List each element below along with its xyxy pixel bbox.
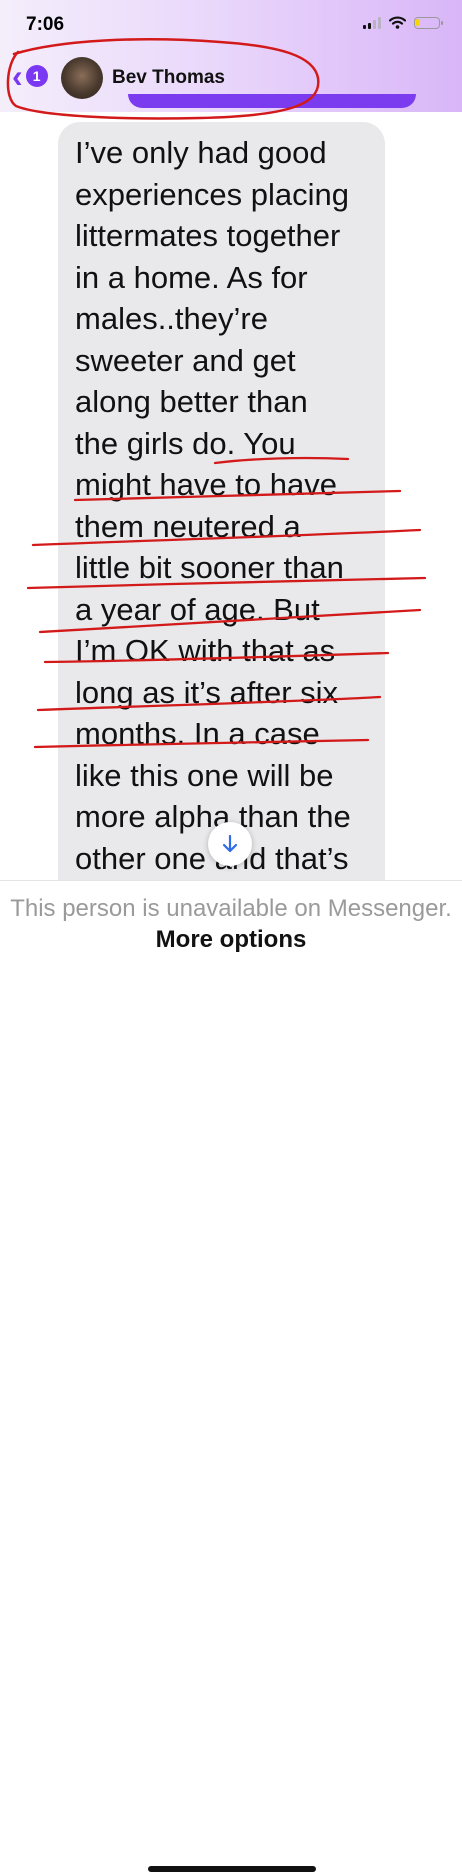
message-line: experiences placing: [75, 176, 350, 212]
status-icons: [363, 16, 443, 29]
message-text: I’ve only had good experiences placing lit…: [75, 132, 375, 879]
message-line: I’m OK with that as: [75, 633, 336, 668]
unread-count-badge: 1: [25, 65, 48, 87]
wifi-icon: [389, 16, 406, 29]
chevron-left-icon: ‹: [12, 58, 23, 94]
message-line: littermates together: [75, 218, 341, 253]
message-line: long as it’s after six: [75, 674, 339, 710]
battery-level: [416, 18, 420, 26]
status-time: 7:06: [26, 14, 65, 35]
message-line: the girls do. You: [75, 425, 296, 461]
unavailable-text: This person is unavailable on Messenger.: [10, 895, 452, 922]
message-line: like this one will be: [75, 757, 334, 793]
arrow-down-icon: [222, 834, 238, 853]
more-options-link[interactable]: More options: [156, 926, 307, 953]
avatar[interactable]: [61, 57, 103, 99]
message-line: might have to have: [75, 467, 337, 502]
message-line: males..they’re: [75, 301, 268, 336]
home-indicator: [148, 1866, 316, 1872]
message-line: months. In a case: [75, 716, 320, 751]
contact-name[interactable]: Bev Thomas: [112, 67, 225, 89]
scroll-to-bottom-button[interactable]: [208, 822, 252, 866]
message-line: little bit sooner than: [75, 550, 344, 585]
message-line: I’ve only had good: [75, 135, 327, 170]
message-line: them neutered a: [75, 508, 301, 544]
conversation-header: 7:06 ‹ 1 Bev Thomas: [0, 0, 462, 112]
signal-icon: [363, 16, 381, 29]
message-line: sweeter and get: [75, 342, 296, 378]
message-line: along better than: [75, 384, 308, 419]
message-line: in a home. As for: [75, 259, 308, 295]
previous-message-bubble: [128, 94, 416, 108]
unavailable-notice: This person is unavailable on Messenger.…: [0, 893, 462, 955]
composer-footer: This person is unavailable on Messenger.…: [0, 880, 462, 1872]
message-bubble: I’ve only had good experiences placing lit…: [58, 122, 385, 902]
battery-icon: [414, 16, 443, 29]
back-button[interactable]: ‹ 1: [12, 60, 48, 92]
message-line: a year of age. But: [75, 591, 320, 627]
